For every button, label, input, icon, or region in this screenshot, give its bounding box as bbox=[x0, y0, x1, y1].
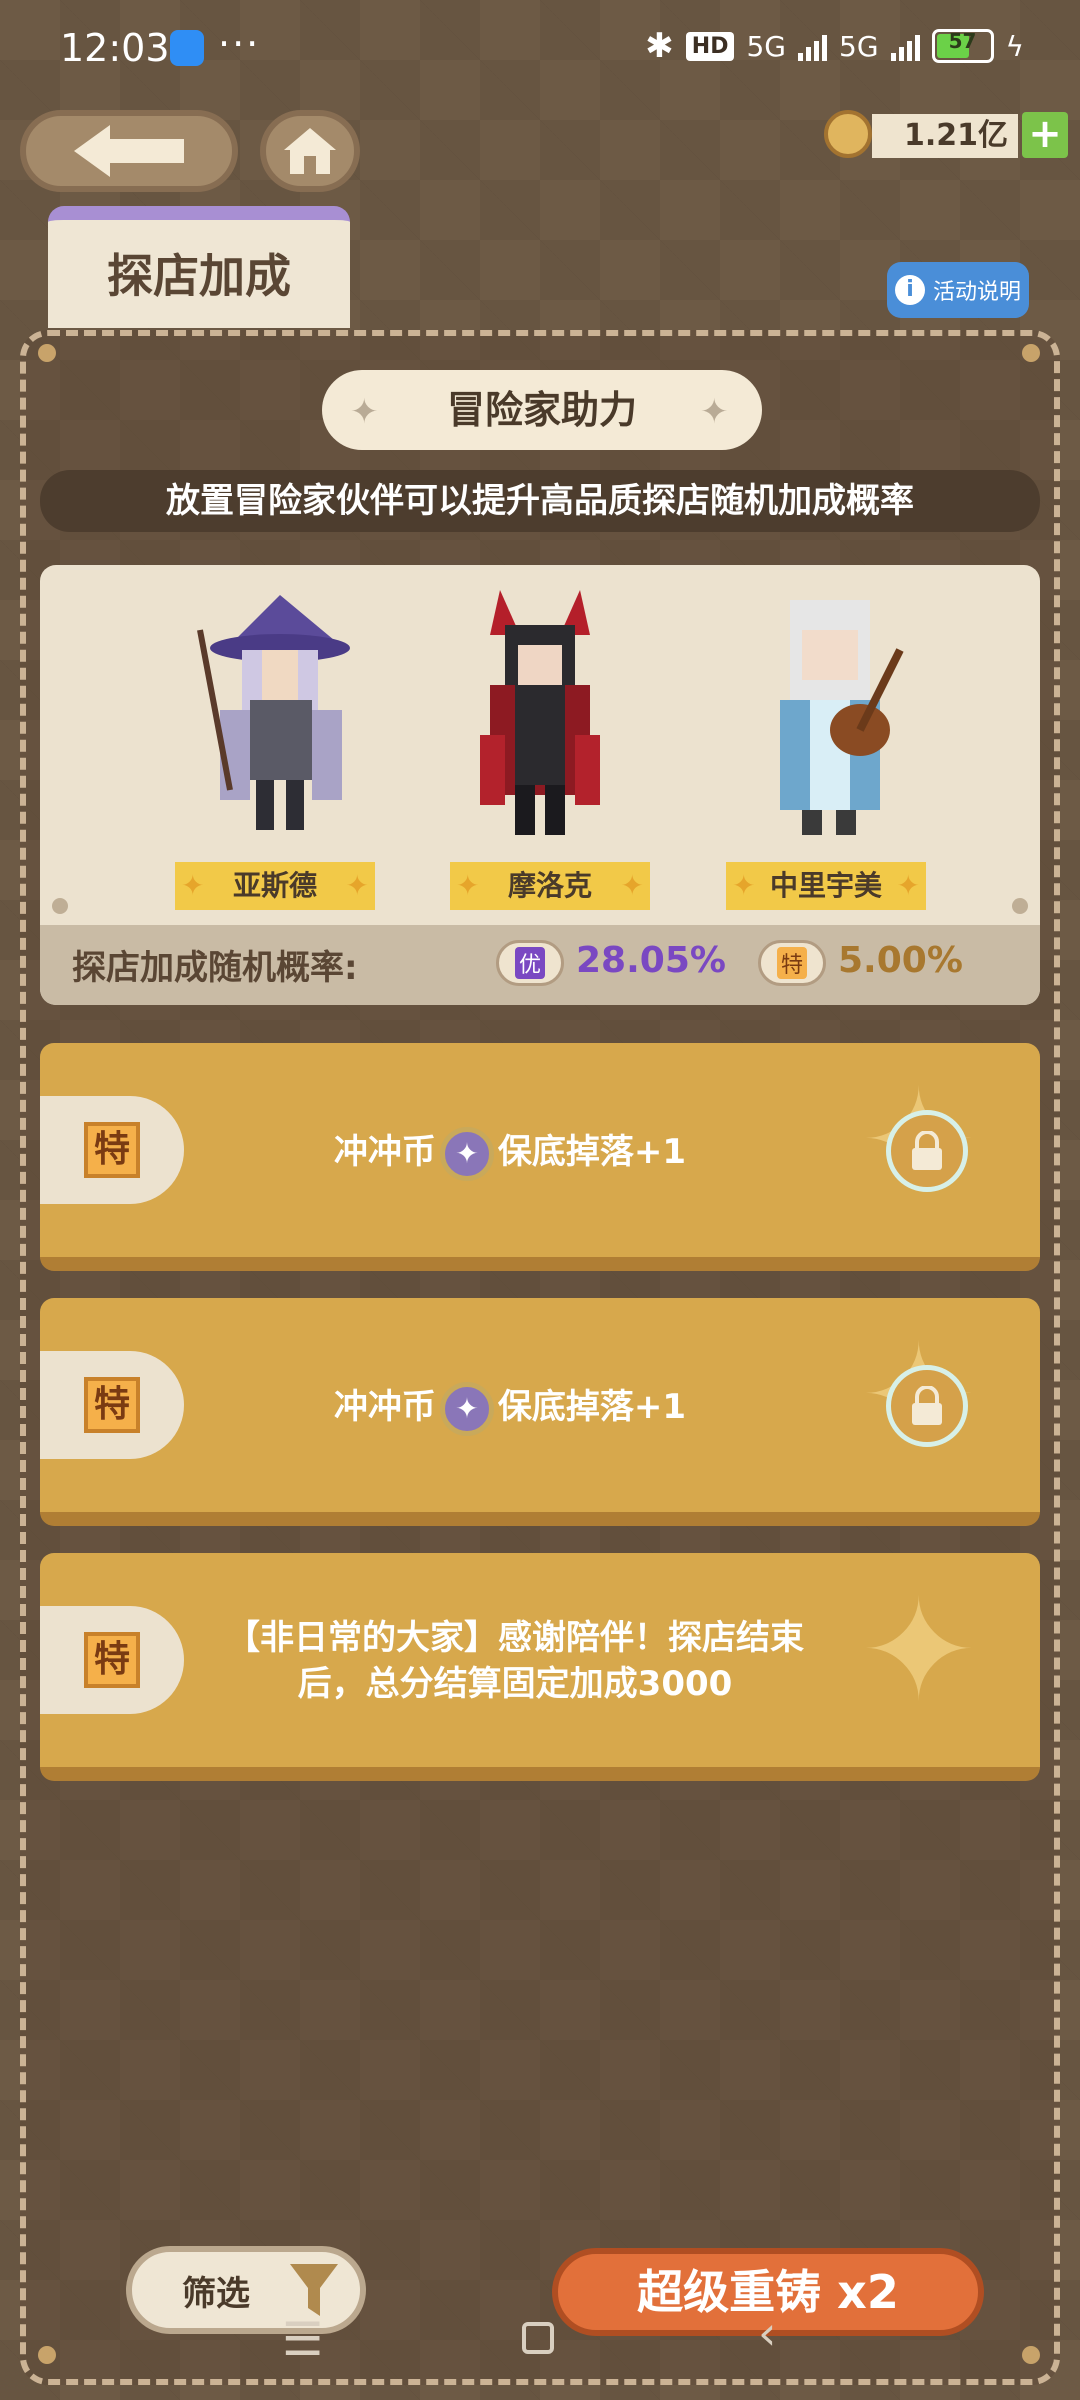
quality-badge-excellent: 优 bbox=[496, 940, 564, 986]
bonus-text-before: 冲冲币 bbox=[333, 1132, 436, 1172]
bonus-text-line2: 后，总分结算固定加成3000 bbox=[297, 1664, 733, 1704]
corner-rivet bbox=[38, 344, 56, 362]
probability-label: 探店加成随机概率: bbox=[72, 948, 358, 988]
special-quality-icon: 特 bbox=[84, 1377, 140, 1433]
bonus-text-after: 保底掉落+1 bbox=[497, 1132, 687, 1172]
bonus-text: 冲冲币 ✦ 保底掉落+1 bbox=[300, 1124, 720, 1181]
back-nav-icon[interactable]: ‹ bbox=[758, 2306, 776, 2360]
filter-button[interactable]: 筛选 bbox=[126, 2246, 366, 2334]
battery-level: 57 bbox=[948, 29, 977, 53]
signal-icon bbox=[798, 31, 827, 61]
section-title: 冒险家助力 bbox=[322, 370, 762, 450]
badge-text: 特 bbox=[776, 947, 807, 979]
signal-1-label: 5G bbox=[746, 29, 786, 63]
status-time: 12:03 bbox=[60, 26, 170, 70]
event-info-button[interactable]: i 活动说明 bbox=[887, 262, 1029, 318]
special-quality-icon: 特 bbox=[84, 1632, 140, 1688]
section-subtitle: 放置冒险家伙伴可以提升高品质探店随机加成概率 bbox=[40, 470, 1040, 532]
corner-rivet bbox=[1022, 344, 1040, 362]
bonus-text-before: 冲冲币 bbox=[333, 1387, 436, 1427]
character-sprite-moloch[interactable] bbox=[460, 585, 620, 840]
bonus-text-line1: 【非日常的大家】感谢陪伴！探店结束 bbox=[226, 1618, 804, 1658]
app-notification-icon bbox=[170, 30, 204, 66]
hd-icon: HD bbox=[685, 31, 735, 61]
card-rivet bbox=[52, 898, 68, 914]
coin-icon bbox=[824, 110, 872, 158]
filter-funnel-icon bbox=[290, 2264, 338, 2316]
reforge-count: x2 bbox=[837, 2265, 899, 2319]
back-button[interactable] bbox=[20, 110, 238, 192]
star-icon: ✦ bbox=[700, 392, 729, 432]
character-name-3: 中里宇美 bbox=[726, 862, 926, 910]
star-icon: ✦ bbox=[350, 392, 379, 432]
character-sprite-nakazato-umi[interactable] bbox=[740, 590, 920, 840]
event-info-label: 活动说明 bbox=[932, 280, 1021, 305]
character-name-1: 亚斯德 bbox=[175, 862, 375, 910]
lock-button[interactable] bbox=[886, 1110, 968, 1192]
badge-text: 优 bbox=[514, 947, 545, 979]
bluetooth-icon: ✱ bbox=[645, 26, 674, 66]
home-nav-icon[interactable] bbox=[522, 2322, 554, 2354]
signal-icon bbox=[890, 31, 920, 61]
quality-badge-special: 特 bbox=[758, 940, 826, 986]
home-icon bbox=[284, 128, 336, 174]
battery-icon: 57 bbox=[931, 29, 994, 63]
filter-label: 筛选 bbox=[182, 2273, 250, 2314]
signal-2-label: 5G bbox=[839, 29, 879, 63]
back-arrow-icon bbox=[74, 125, 184, 177]
lock-icon bbox=[912, 1131, 942, 1170]
bonus-text-after: 保底掉落+1 bbox=[497, 1387, 687, 1427]
status-indicators: ✱ HD 5G 5G 57 ϟ bbox=[645, 26, 1024, 66]
bonus-text: 冲冲币 ✦ 保底掉落+1 bbox=[300, 1379, 720, 1436]
probability-excellent-value: 28.05% bbox=[576, 940, 726, 981]
sparkle-decoration: ✦ bbox=[860, 1570, 978, 1733]
chongchong-coin-icon: ✦ bbox=[439, 1126, 494, 1181]
card-rivet bbox=[1012, 898, 1028, 914]
probability-special-value: 5.00% bbox=[838, 940, 963, 981]
home-button[interactable] bbox=[260, 110, 360, 192]
info-icon: i bbox=[894, 275, 925, 305]
character-name-2: 摩洛克 bbox=[450, 862, 650, 910]
corner-rivet bbox=[1022, 2346, 1040, 2364]
special-quality-icon: 特 bbox=[84, 1122, 140, 1178]
currency-amount: 1.21亿 bbox=[872, 114, 1018, 158]
more-notifications: ··· bbox=[218, 22, 261, 66]
character-sprite-yasde[interactable] bbox=[190, 590, 370, 840]
lock-button[interactable] bbox=[886, 1365, 968, 1447]
add-currency-button[interactable]: + bbox=[1022, 112, 1068, 158]
lock-icon bbox=[912, 1386, 942, 1425]
bonus-text: 【非日常的大家】感谢陪伴！探店结束 后，总分结算固定加成3000 bbox=[200, 1615, 830, 1707]
corner-rivet bbox=[38, 2346, 56, 2364]
charging-icon: ϟ bbox=[1005, 29, 1024, 63]
menu-nav-icon[interactable]: ☰ bbox=[282, 2312, 323, 2366]
chongchong-coin-icon: ✦ bbox=[439, 1381, 494, 1436]
reforge-label: 超级重铸 bbox=[637, 2265, 822, 2319]
tab-title: 探店加成 bbox=[107, 249, 291, 303]
